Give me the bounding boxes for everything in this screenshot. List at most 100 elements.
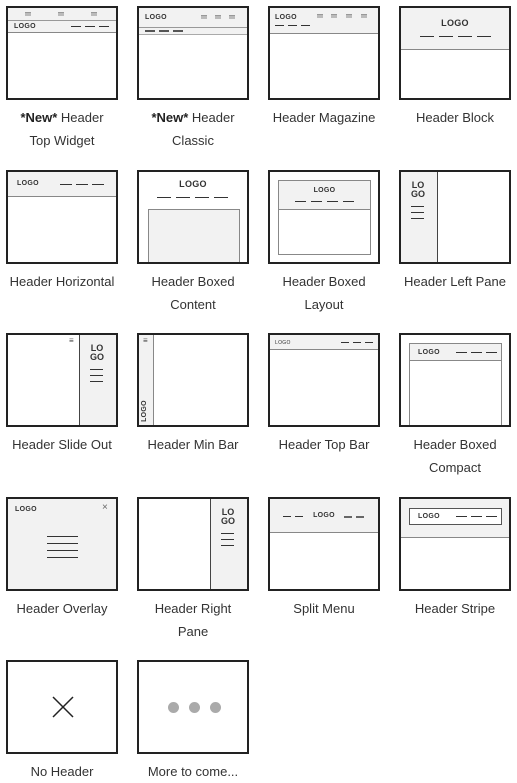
widget-icon — [201, 15, 207, 19]
widget-icon — [91, 12, 97, 16]
widget-icon — [229, 15, 235, 19]
header-bar: LOGO — [270, 335, 378, 350]
option-label: Split Menu — [293, 601, 355, 616]
logo: LOGO — [140, 400, 148, 422]
logo: LOGO — [89, 343, 104, 362]
option-label: Header Boxed Compact — [413, 437, 497, 475]
logo: LOGO — [441, 18, 469, 28]
menu-line — [47, 550, 78, 551]
side-pane: LO GO — [210, 499, 247, 589]
logo: LOGO — [220, 507, 235, 526]
thumbnail: LOGO — [6, 6, 118, 100]
header-bar: LOGO — [8, 172, 116, 197]
menu-dash — [471, 516, 482, 517]
menu-dash — [477, 36, 491, 37]
option-label: *New* Header Top Widget — [20, 110, 104, 148]
menu-line — [90, 375, 103, 376]
layout-option-more-to-come[interactable]: More to come... — [137, 660, 249, 779]
layout-option-header-top-bar[interactable]: LOGO Header Top Bar — [268, 333, 380, 452]
thumbnail — [137, 660, 249, 754]
layout-option-header-magazine[interactable]: LOGO Header Magazine — [268, 6, 380, 125]
layout-option-header-boxed-content[interactable]: LOGO Header Boxed Content — [137, 170, 249, 312]
option-label: Header Top Bar — [278, 437, 370, 452]
layout-option-header-block[interactable]: LOGO Header Block — [399, 6, 511, 125]
menu-line — [221, 545, 234, 546]
logo: LOGO — [418, 513, 440, 520]
menu-dash — [341, 342, 349, 343]
thumbnail: ≡ LOGO — [137, 333, 249, 427]
layout-option-header-classic[interactable]: LOGO *New* Header Classic — [137, 6, 249, 148]
thumbnail: ≡ LOGO — [6, 333, 118, 427]
menu-line — [47, 557, 78, 558]
header-stripe: LOGO — [401, 499, 509, 538]
menu-dash — [159, 30, 169, 32]
menu-dash — [173, 30, 183, 32]
ellipsis-dot-icon — [189, 702, 200, 713]
menu-dash — [195, 197, 209, 198]
menu-bar — [139, 28, 247, 35]
menu-line — [90, 381, 103, 382]
menu-dash — [295, 201, 306, 202]
thumbnail: LOGO — [268, 497, 380, 591]
menu-dash — [458, 36, 472, 37]
header-bar: LOGO — [270, 499, 378, 533]
side-pane: LO GO — [401, 172, 438, 262]
thumbnail: LOGO — [137, 6, 249, 100]
option-label: Header Slide Out — [12, 437, 112, 452]
content-box — [148, 209, 240, 262]
menu-icon: ≡ — [69, 336, 74, 345]
menu-dash — [439, 36, 453, 37]
slide-out-pane: LO GO — [79, 335, 116, 425]
menu-dash — [275, 25, 284, 26]
menu-line — [47, 543, 78, 544]
logo: LOGO — [179, 179, 207, 189]
option-label: Header Stripe — [414, 601, 496, 616]
option-label: Header Left Pane — [404, 274, 506, 289]
layout-option-header-horizontal[interactable]: LOGO Header Horizontal — [6, 170, 118, 289]
menu-dash — [311, 201, 322, 202]
layout-option-header-right-pane[interactable]: LO GO Header Right Pane — [137, 497, 249, 639]
thumbnail: LOGO — [6, 170, 118, 264]
header-bar: LOGO — [410, 344, 501, 361]
layout-option-header-top-widget[interactable]: LOGO *New* Header Top Widget — [6, 6, 118, 148]
menu-line — [411, 218, 424, 219]
menu-dash — [214, 197, 228, 198]
thumbnail: LOGO — [268, 170, 380, 264]
min-bar: ≡ LOGO — [139, 335, 154, 425]
layout-option-header-slide-out[interactable]: ≡ LO GO Header Slide Out — [6, 333, 118, 452]
x-icon — [52, 696, 74, 718]
menu-line — [221, 539, 234, 540]
widget-icon — [331, 14, 337, 18]
header-bar: LOGO — [139, 8, 247, 28]
menu-dash — [344, 516, 352, 518]
widget-icon — [215, 15, 221, 19]
layout-option-header-boxed-layout[interactable]: LOGO Header Boxed Layout — [268, 170, 380, 312]
layout-option-header-overlay[interactable]: LOGO × Header Overlay — [6, 497, 118, 616]
layout-option-no-header[interactable]: No Header — [6, 660, 118, 779]
option-label: Header Boxed Layout — [282, 274, 366, 312]
logo: LOGO — [17, 180, 39, 187]
thumbnail: LOGO — [137, 497, 249, 591]
menu-dash — [456, 352, 467, 353]
thumbnail: LOGO — [399, 6, 511, 100]
header-bar: LOGO — [270, 8, 378, 34]
option-label: Header Horizontal — [9, 274, 115, 289]
menu-dash — [60, 184, 72, 185]
logo: LOGO — [410, 180, 425, 199]
menu-dash — [420, 36, 434, 37]
thumbnail: LOGO — [268, 333, 380, 427]
layout-option-header-left-pane[interactable]: LO GO Header Left Pane — [399, 170, 511, 289]
ellipsis-dot-icon — [168, 702, 179, 713]
menu-dash — [76, 184, 88, 185]
layout-option-header-stripe[interactable]: LOGO Header Stripe — [399, 497, 511, 616]
option-label: No Header — [30, 764, 94, 779]
layout-option-header-min-bar[interactable]: ≡ LOGO Header Min Bar — [137, 333, 249, 452]
layout-option-header-boxed-compact[interactable]: LOGO Header Boxed Compact — [399, 333, 511, 475]
thumbnail: LOGO × — [6, 497, 118, 591]
menu-line — [221, 533, 234, 534]
widget-bar — [8, 8, 116, 21]
close-icon: × — [102, 502, 108, 513]
thumbnail: LOGO — [137, 170, 249, 264]
layout-option-split-menu[interactable]: LOGO Split Menu — [268, 497, 380, 616]
header-bar: LOGO — [8, 21, 116, 33]
